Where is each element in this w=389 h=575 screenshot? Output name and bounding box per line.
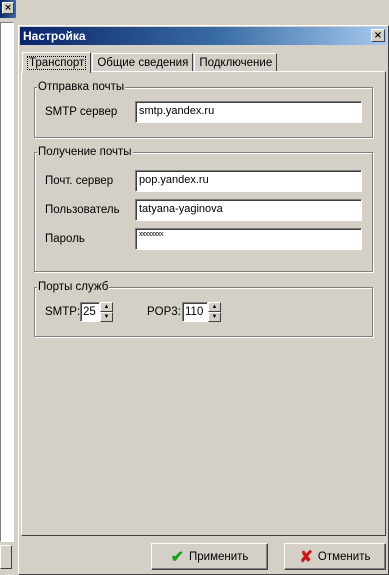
tab-general-info[interactable]: Общие сведения bbox=[92, 53, 194, 72]
dialog-title: Настройка bbox=[23, 29, 86, 43]
password-label: Пароль bbox=[45, 233, 85, 245]
settings-dialog: Настройка × Транспорт Общие сведения Под… bbox=[18, 25, 389, 575]
cancel-button[interactable]: ✘ Отменить bbox=[284, 543, 386, 570]
smtp-port-down-icon[interactable]: ▼ bbox=[100, 312, 113, 322]
pop3-port-down-icon[interactable]: ▼ bbox=[208, 312, 221, 322]
username-label: Пользователь bbox=[45, 204, 120, 216]
outgoing-mail-legend: Отправка почты bbox=[37, 81, 126, 93]
tab-panel-transport: Отправка почты SMTP сервер smtp.yandex.r… bbox=[21, 71, 386, 536]
smtp-port-spinner: 25 ▲ ▼ bbox=[80, 302, 113, 322]
close-icon[interactable]: × bbox=[371, 29, 385, 42]
outgoing-mail-group: Отправка почты SMTP сервер smtp.yandex.r… bbox=[34, 81, 373, 138]
service-ports-group: Порты служб SMTP: 25 ▲ ▼ POP3: 110 ▲ ▼ bbox=[34, 281, 373, 337]
background-window: × bbox=[0, 0, 16, 575]
background-window-button[interactable] bbox=[0, 545, 12, 569]
cancel-x-icon: ✘ bbox=[299, 548, 313, 566]
tab-connection[interactable]: Подключение bbox=[194, 53, 278, 72]
incoming-mail-group: Получение почты Почт. сервер pop.yandex.… bbox=[34, 146, 373, 272]
pop3-port-label: POP3: bbox=[147, 306, 181, 318]
pop3-port-spinner: 110 ▲ ▼ bbox=[182, 302, 221, 322]
smtp-port-label: SMTP: bbox=[45, 306, 81, 318]
dialog-titlebar[interactable]: Настройка × bbox=[20, 27, 387, 45]
background-window-pane bbox=[0, 22, 14, 542]
mail-server-label: Почт. сервер bbox=[45, 175, 114, 187]
cancel-button-label: Отменить bbox=[317, 550, 371, 563]
incoming-mail-legend: Получение почты bbox=[37, 146, 133, 158]
pop3-port-up-icon[interactable]: ▲ bbox=[208, 302, 221, 312]
check-icon: ✔ bbox=[170, 548, 184, 566]
smtp-port-input[interactable]: 25 bbox=[80, 302, 100, 322]
smtp-port-buttons: ▲ ▼ bbox=[100, 302, 113, 322]
pop3-port-input[interactable]: 110 bbox=[182, 302, 208, 322]
password-input[interactable]: xxxxxxxx bbox=[135, 228, 362, 250]
background-close-icon[interactable]: × bbox=[2, 2, 14, 14]
mail-server-input[interactable]: pop.yandex.ru bbox=[135, 170, 362, 192]
smtp-port-up-icon[interactable]: ▲ bbox=[100, 302, 113, 312]
smtp-server-input[interactable]: smtp.yandex.ru bbox=[135, 101, 362, 123]
tab-transport[interactable]: Транспорт bbox=[22, 52, 92, 73]
tab-transport-label: Транспорт bbox=[27, 56, 87, 70]
apply-button[interactable]: ✔ Применить bbox=[151, 543, 268, 570]
service-ports-legend: Порты служб bbox=[37, 281, 110, 293]
smtp-server-label: SMTP сервер bbox=[45, 106, 118, 118]
apply-button-label: Применить bbox=[188, 550, 249, 563]
tab-strip: Транспорт Общие сведения Подключение bbox=[22, 50, 278, 73]
pop3-port-buttons: ▲ ▼ bbox=[208, 302, 221, 322]
username-input[interactable]: tatyana-yaginova bbox=[135, 199, 362, 221]
